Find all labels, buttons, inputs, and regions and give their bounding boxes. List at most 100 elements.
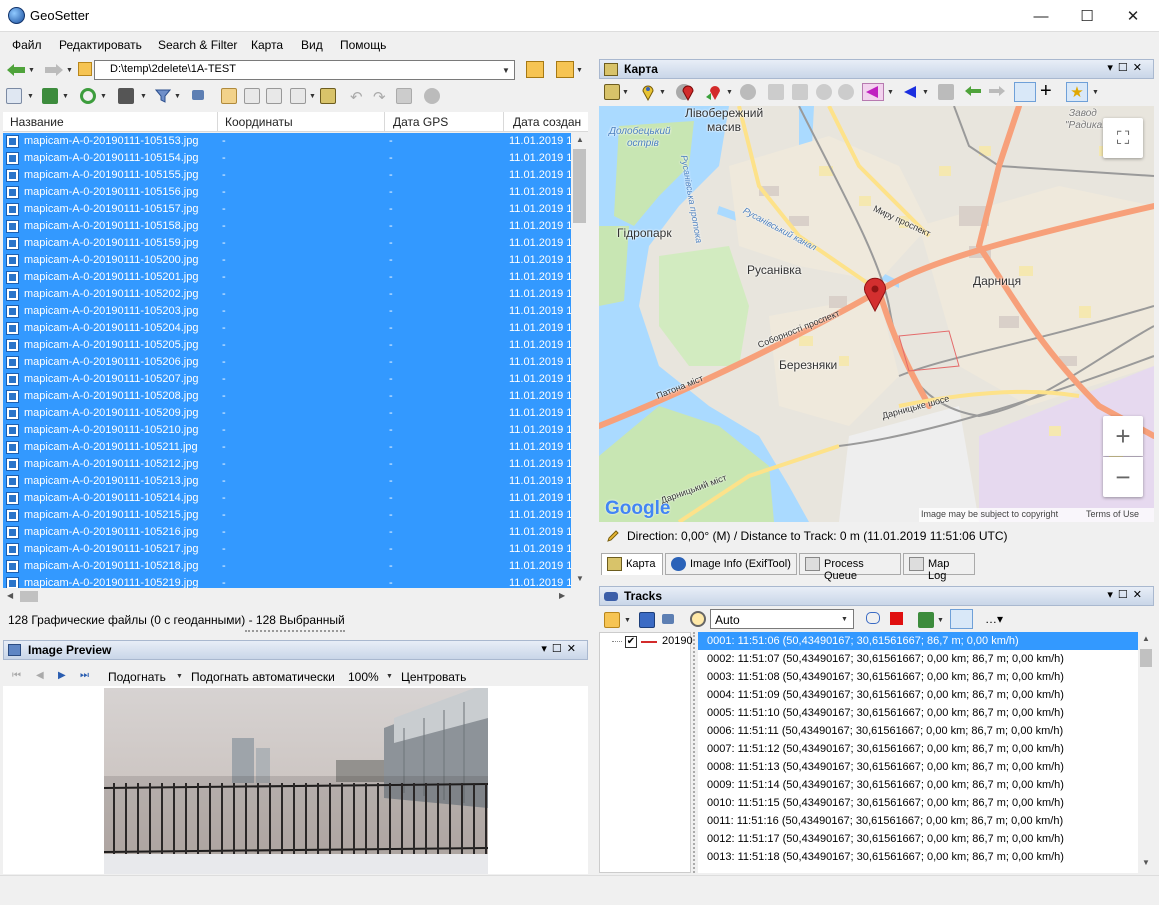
table-row[interactable]: mapicam-A-0-20190111-105157.jpg - - 11.01.2… [3, 201, 571, 218]
pin-dropdown-icon[interactable]: ▼ [659, 89, 666, 96]
map-forward-icon[interactable] [988, 85, 1006, 100]
browse-folder-icon[interactable] [526, 61, 544, 78]
fit-button[interactable]: Подогнать [108, 670, 166, 684]
save-icon[interactable] [396, 88, 412, 104]
edit-data-icon[interactable] [221, 88, 237, 104]
filter-dropdown-icon[interactable]: ▼ [174, 93, 181, 100]
track-name[interactable]: 20190 [662, 635, 693, 647]
zoom-to-icon[interactable] [816, 84, 832, 100]
sort-icon[interactable] [42, 88, 58, 104]
track-point-row[interactable]: 0013: 11:51:18 (50,43490167; 30,61561667… [698, 848, 1138, 866]
map-type-dropdown-icon[interactable]: ▼ [622, 89, 629, 96]
column-name-header[interactable]: Название [10, 115, 64, 129]
open-track-icon[interactable] [604, 612, 620, 628]
tracks-scroll-up-icon[interactable]: ▲ [1142, 634, 1150, 643]
copy-icon[interactable] [244, 88, 260, 104]
panel-controls[interactable]: ▾☐✕ [541, 642, 581, 655]
fit-dropdown-icon[interactable]: ▼ [176, 673, 183, 680]
refresh-dropdown-icon[interactable]: ▼ [100, 93, 107, 100]
next-image-icon[interactable]: ▶ [58, 670, 66, 681]
map-terms-link[interactable]: Terms of Use [1086, 509, 1139, 519]
track-point-row[interactable]: 0001: 11:51:06 (50,43490167; 30,61561667… [698, 632, 1138, 650]
scroll-down-icon[interactable]: ▼ [576, 574, 584, 583]
view-mode-dropdown-icon[interactable]: ▼ [27, 93, 34, 100]
tooltip-toggle-icon[interactable] [1014, 82, 1036, 102]
back-arrow-icon[interactable] [6, 63, 26, 77]
table-row[interactable]: mapicam-A-0-20190111-105212.jpg - - 11.01.2… [3, 456, 571, 473]
map-view[interactable]: Лівобережний масив Долобецький острів Гі… [599, 106, 1154, 522]
find-dropdown-icon[interactable]: ▼ [140, 93, 147, 100]
menu-edit[interactable]: Редактировать [59, 38, 142, 52]
table-row[interactable]: mapicam-A-0-20190111-105206.jpg - - 11.01.2… [3, 354, 571, 371]
open-track-dropdown-icon[interactable]: ▼ [624, 617, 631, 624]
table-row[interactable]: mapicam-A-0-20190111-105204.jpg - - 11.01.2… [3, 320, 571, 337]
table-row[interactable]: mapicam-A-0-20190111-105202.jpg - - 11.01.2… [3, 286, 571, 303]
menu-help[interactable]: Помощь [340, 38, 386, 52]
favorites-star-icon[interactable]: ★ [1066, 82, 1088, 102]
direction-blue-dropdown-icon[interactable]: ▼ [922, 89, 929, 96]
map-panel-controls[interactable]: ▾☐✕ [1107, 61, 1147, 74]
track-point-row[interactable]: 0002: 11:51:07 (50,43490167; 30,61561667… [698, 650, 1138, 668]
table-row[interactable]: mapicam-A-0-20190111-105213.jpg - - 11.01.2… [3, 473, 571, 490]
track-stop-icon[interactable] [890, 612, 903, 625]
save-track-icon[interactable] [639, 612, 655, 628]
track-point-row[interactable]: 0003: 11:51:08 (50,43490167; 30,61561667… [698, 668, 1138, 686]
filter-icon[interactable] [154, 88, 172, 107]
binoculars-icon[interactable] [118, 88, 134, 104]
path-dropdown-icon[interactable]: ▼ [502, 66, 510, 75]
file-list-hscrollbar[interactable]: ◀ ▶ [3, 588, 571, 605]
track-point-row[interactable]: 0009: 11:51:14 (50,43490167; 30,61561667… [698, 776, 1138, 794]
track-multi-icon[interactable] [792, 84, 808, 100]
paste-special-icon[interactable] [290, 88, 306, 104]
table-row[interactable]: mapicam-A-0-20190111-105209.jpg - - 11.01.2… [3, 405, 571, 422]
close-button[interactable]: ✕ [1110, 0, 1156, 32]
compass-icon[interactable] [938, 84, 954, 100]
map-type-icon[interactable] [604, 84, 620, 100]
hscroll-thumb[interactable] [20, 591, 38, 602]
set-position-dropdown-icon[interactable]: ▼ [726, 89, 733, 96]
split-view-icon[interactable] [950, 609, 973, 629]
track-sort-icon[interactable] [918, 612, 934, 628]
direction-left-icon[interactable] [862, 83, 884, 101]
redo-icon[interactable]: ↷ [373, 88, 386, 106]
track-point-row[interactable]: 0010: 11:51:15 (50,43490167; 30,61561667… [698, 794, 1138, 812]
forward-dropdown-icon[interactable]: ▼ [66, 67, 73, 74]
direction-blue-icon[interactable] [902, 84, 918, 103]
map-fullscreen-button[interactable]: ⛶ [1103, 118, 1143, 158]
favorites-folder-icon[interactable] [556, 61, 574, 78]
back-dropdown-icon[interactable]: ▼ [28, 67, 35, 74]
track-point-row[interactable]: 0008: 11:51:13 (50,43490167; 30,61561667… [698, 758, 1138, 776]
tracks-splitter[interactable] [693, 632, 697, 873]
tracks-scroll-thumb[interactable] [1140, 649, 1152, 667]
track-point-row[interactable]: 0011: 11:51:16 (50,43490167; 30,61561667… [698, 812, 1138, 830]
view-mode-icon[interactable] [6, 88, 22, 104]
table-row[interactable]: mapicam-A-0-20190111-105201.jpg - - 11.01.2… [3, 269, 571, 286]
column-gps-date-header[interactable]: Дата GPS [393, 115, 448, 129]
track-point-row[interactable]: 0004: 11:51:09 (50,43490167; 30,61561667… [698, 686, 1138, 704]
center-button[interactable]: Центровать [401, 670, 466, 684]
splitter-grip[interactable] [245, 630, 345, 633]
tab-map[interactable]: Карта [601, 553, 663, 575]
undo-icon[interactable]: ↶ [350, 88, 363, 106]
zoom-selection-icon[interactable] [838, 84, 854, 100]
refresh-icon[interactable] [80, 88, 96, 104]
track-icon[interactable] [768, 84, 784, 100]
scroll-right-icon[interactable]: ▶ [559, 591, 565, 600]
table-row[interactable]: mapicam-A-0-20190111-105217.jpg - - 11.01.2… [3, 541, 571, 558]
favorites-dropdown-icon[interactable]: ▼ [576, 67, 583, 74]
table-row[interactable]: mapicam-A-0-20190111-105207.jpg - - 11.01.2… [3, 371, 571, 388]
zoom-dropdown-icon[interactable]: ▼ [386, 673, 393, 680]
sort-dropdown-icon[interactable]: ▼ [62, 93, 69, 100]
remove-position-icon[interactable] [740, 84, 756, 100]
menu-file[interactable]: Файл [12, 38, 42, 52]
tab-map-log[interactable]: Map Log [903, 553, 975, 582]
path-input[interactable]: D:\temp\2delete\1A-TEST [110, 63, 236, 75]
table-row[interactable]: mapicam-A-0-20190111-105215.jpg - - 11.01.2… [3, 507, 571, 524]
track-point-row[interactable]: 0006: 11:51:11 (50,43490167; 30,61561667… [698, 722, 1138, 740]
table-row[interactable]: mapicam-A-0-20190111-105211.jpg - - 11.01.2… [3, 439, 571, 456]
table-row[interactable]: mapicam-A-0-20190111-105203.jpg - - 11.01.2… [3, 303, 571, 320]
scroll-thumb[interactable] [573, 149, 586, 223]
menu-view[interactable]: Вид [301, 38, 323, 52]
map-zoom-out-button[interactable]: − [1103, 457, 1143, 497]
track-point-row[interactable]: 0005: 11:51:10 (50,43490167; 30,61561667… [698, 704, 1138, 722]
